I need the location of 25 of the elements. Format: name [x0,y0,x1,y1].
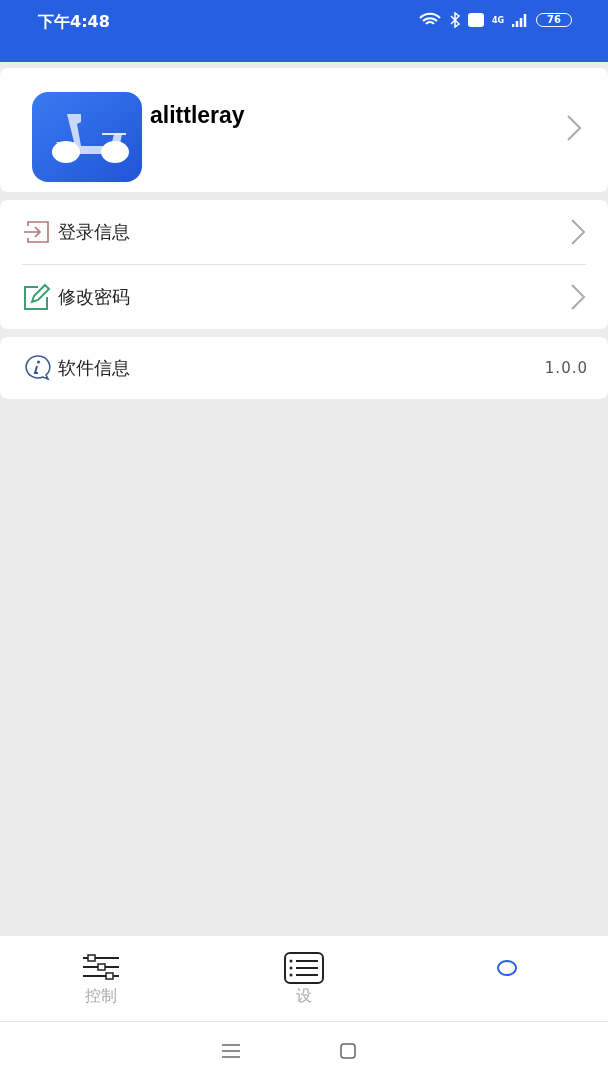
menu-item[interactable]: 修改密码 [22,264,586,329]
version-text: 1.0.0 [544,359,588,377]
bluetooth-icon [449,12,460,28]
menu-item[interactable]: 软件信息 1.0.0 [22,337,586,399]
network-type: 4G [491,15,505,25]
user-name: alittleray [150,102,246,129]
sign-in-icon [22,219,52,245]
profile-card[interactable]: alittleray [0,68,608,192]
signal-icon [512,13,529,27]
menu-label: 修改密码 [58,285,131,309]
scooter-logo-icon [32,92,142,182]
status-time: 下午4:48 [38,12,110,33]
info-icon [22,354,52,382]
tab-label: 控制 [85,986,118,1007]
menu-icon[interactable] [222,1044,240,1058]
chevron-right-icon [570,283,586,311]
chevron-right-icon [570,218,586,246]
menu-label: 登录信息 [58,220,131,244]
chevron-right-icon [566,114,582,142]
tab-label: 设 [296,986,312,1007]
edit-icon [22,283,52,311]
menu-label: 软件信息 [58,356,131,380]
menu-item[interactable]: 登录信息 [22,200,586,264]
list-icon [284,952,324,984]
home-icon[interactable] [340,1043,356,1059]
